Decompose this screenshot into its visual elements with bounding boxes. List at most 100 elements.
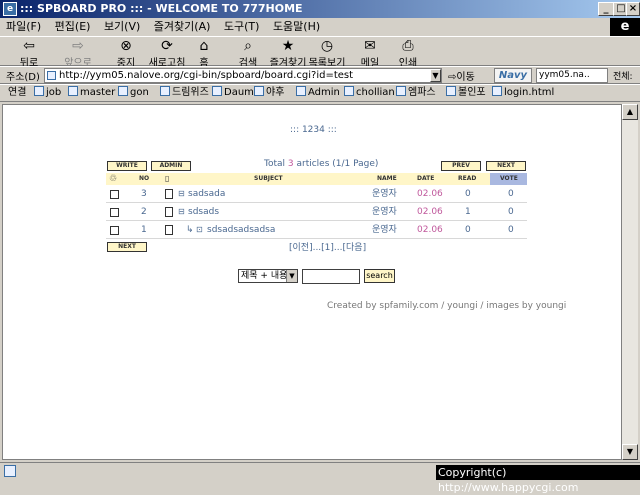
select-all-icon[interactable]: ♲: [109, 173, 117, 185]
refresh-icon: ⟳: [161, 38, 173, 54]
go-button[interactable]: ⇨이동: [448, 68, 475, 83]
menu-tools[interactable]: 도구(T): [224, 20, 260, 33]
link-gon[interactable]: gon: [118, 85, 149, 101]
scroll-up-button[interactable]: ▲: [622, 104, 638, 120]
header-no: NO: [139, 175, 150, 182]
search-keyword-input[interactable]: [302, 269, 360, 284]
row-vote: 0: [508, 189, 514, 199]
mail-button[interactable]: ✉ 메일: [358, 38, 382, 69]
reply-icon: ⊡: [196, 225, 203, 234]
menu-edit[interactable]: 편집(E): [55, 20, 91, 33]
address-dropdown-button[interactable]: ▼: [430, 69, 441, 82]
minimize-button[interactable]: _: [598, 2, 614, 16]
document-icon: [165, 189, 173, 199]
folder-icon: ⊟: [178, 207, 185, 216]
chevron-down-icon: ▼: [286, 270, 297, 282]
menu-view[interactable]: 보기(V): [104, 20, 140, 33]
row-checkbox[interactable]: [110, 190, 119, 199]
folder-icon: ⊟: [178, 189, 185, 198]
link-label: login.html: [504, 87, 555, 98]
print-button[interactable]: ⎙ 인쇄: [396, 38, 420, 69]
link-dreamwiz[interactable]: 드림위즈: [160, 85, 209, 101]
history-icon: ◷: [320, 38, 334, 54]
table-row[interactable]: 1 ↳ ⊡ sdsadsadsadsa 운영자 02.06 0 0: [106, 221, 527, 239]
link-label: chollian: [356, 87, 395, 98]
home-button[interactable]: ⌂ 홈: [194, 38, 214, 69]
scroll-down-button[interactable]: ▼: [622, 444, 638, 460]
next-button[interactable]: NEXT: [486, 161, 526, 171]
forward-button[interactable]: ⇨ 앞으로: [60, 38, 96, 69]
row-date: 02.06: [417, 225, 443, 235]
table-header: ♲ NO ▯ SUBJECT NAME DATE READ: [106, 173, 527, 185]
write-button[interactable]: WRITE: [107, 161, 147, 171]
back-button[interactable]: ⇦ 뒤로: [14, 38, 44, 69]
forward-arrow-icon: ⇨: [72, 38, 84, 54]
stop-icon: ⊗: [120, 38, 132, 54]
row-read: 0: [465, 189, 471, 199]
row-no: 2: [141, 207, 147, 217]
stop-button[interactable]: ⊗ 중지: [113, 38, 139, 69]
table-row[interactable]: 3 ⊟ sadsada 운영자 02.06 0 0: [106, 185, 527, 203]
search-button[interactable]: ⌕ 검색: [236, 38, 260, 69]
link-master[interactable]: master: [68, 85, 115, 101]
link-label: 야후: [266, 87, 285, 98]
search-icon: ⌕: [244, 38, 252, 54]
pagination[interactable]: [이전]...[1]...[다음]: [289, 240, 366, 253]
menu-favorites[interactable]: 즐겨찾기(A): [154, 20, 211, 33]
row-subject[interactable]: sadsada: [188, 185, 225, 203]
prev-button[interactable]: PREV: [441, 161, 481, 171]
link-yahoo[interactable]: 야후: [254, 85, 284, 101]
link-icon: [254, 86, 264, 96]
link-admin[interactable]: Admin: [296, 85, 340, 101]
navy-search-input[interactable]: yym05.na..: [536, 68, 608, 83]
favorites-button[interactable]: ★ 즐겨찾기: [268, 38, 308, 69]
link-label: job: [46, 87, 62, 98]
row-date: 02.06: [417, 189, 443, 199]
row-name[interactable]: 운영자: [372, 221, 397, 239]
navy-toolbar-logo[interactable]: Navy: [494, 68, 532, 83]
row-name[interactable]: 운영자: [372, 203, 397, 221]
vertical-scrollbar[interactable]: ▲ ▼: [622, 104, 638, 460]
menu-help[interactable]: 도움말(H): [273, 20, 320, 33]
header-vote-cell: VOTE: [490, 173, 527, 185]
link-login[interactable]: login.html: [492, 85, 554, 101]
link-daum[interactable]: Daum: [212, 85, 254, 101]
navy-all-label[interactable]: 전체:: [613, 69, 633, 82]
row-checkbox[interactable]: [110, 208, 119, 217]
document-icon: [165, 225, 173, 235]
link-label: Admin: [308, 87, 340, 98]
header-read: READ: [458, 175, 477, 182]
link-icon: [296, 86, 306, 96]
table-row[interactable]: 2 ⊟ sdsads 운영자 02.06 1 0: [106, 203, 527, 221]
close-button[interactable]: ×: [626, 2, 640, 16]
address-input[interactable]: http://yym05.nalove.org/cgi-bin/spboard/…: [44, 68, 442, 83]
row-subject[interactable]: sdsadsadsadsa: [207, 221, 275, 239]
search-submit-button[interactable]: search: [364, 269, 395, 283]
row-vote: 0: [508, 207, 514, 217]
row-subject[interactable]: sdsads: [188, 203, 219, 221]
header-subject: SUBJECT: [254, 175, 283, 182]
row-name[interactable]: 운영자: [372, 185, 397, 203]
summary-suffix: articles (1/1 Page): [293, 159, 379, 169]
refresh-button[interactable]: ⟳ 새로고침: [147, 38, 187, 69]
row-read: 0: [465, 225, 471, 235]
link-chollian[interactable]: chollian: [344, 85, 395, 101]
home-icon: ⌂: [199, 38, 209, 54]
admin-button[interactable]: ADMIN: [151, 161, 191, 171]
link-label: 드림위즈: [172, 87, 209, 98]
link-job[interactable]: job: [34, 85, 61, 101]
menu-file[interactable]: 파일(F): [6, 20, 41, 33]
board-summary: Total 3 articles (1/1 Page): [264, 159, 378, 169]
history-button[interactable]: ◷ 목록보기: [307, 38, 347, 69]
row-vote: 0: [508, 225, 514, 235]
link-label: gon: [130, 87, 149, 98]
row-checkbox[interactable]: [110, 226, 119, 235]
link-empas[interactable]: 엠파스: [396, 85, 436, 101]
search-field-select[interactable]: 제목 + 내용 ▼: [238, 269, 298, 283]
header-name: NAME: [377, 175, 397, 182]
summary-prefix: Total: [264, 159, 288, 169]
next-button-bottom[interactable]: NEXT: [107, 242, 147, 252]
favorites-icon: ★: [281, 38, 295, 54]
link-bolinfo[interactable]: 볼인포: [446, 85, 486, 101]
link-icon: [396, 86, 406, 96]
